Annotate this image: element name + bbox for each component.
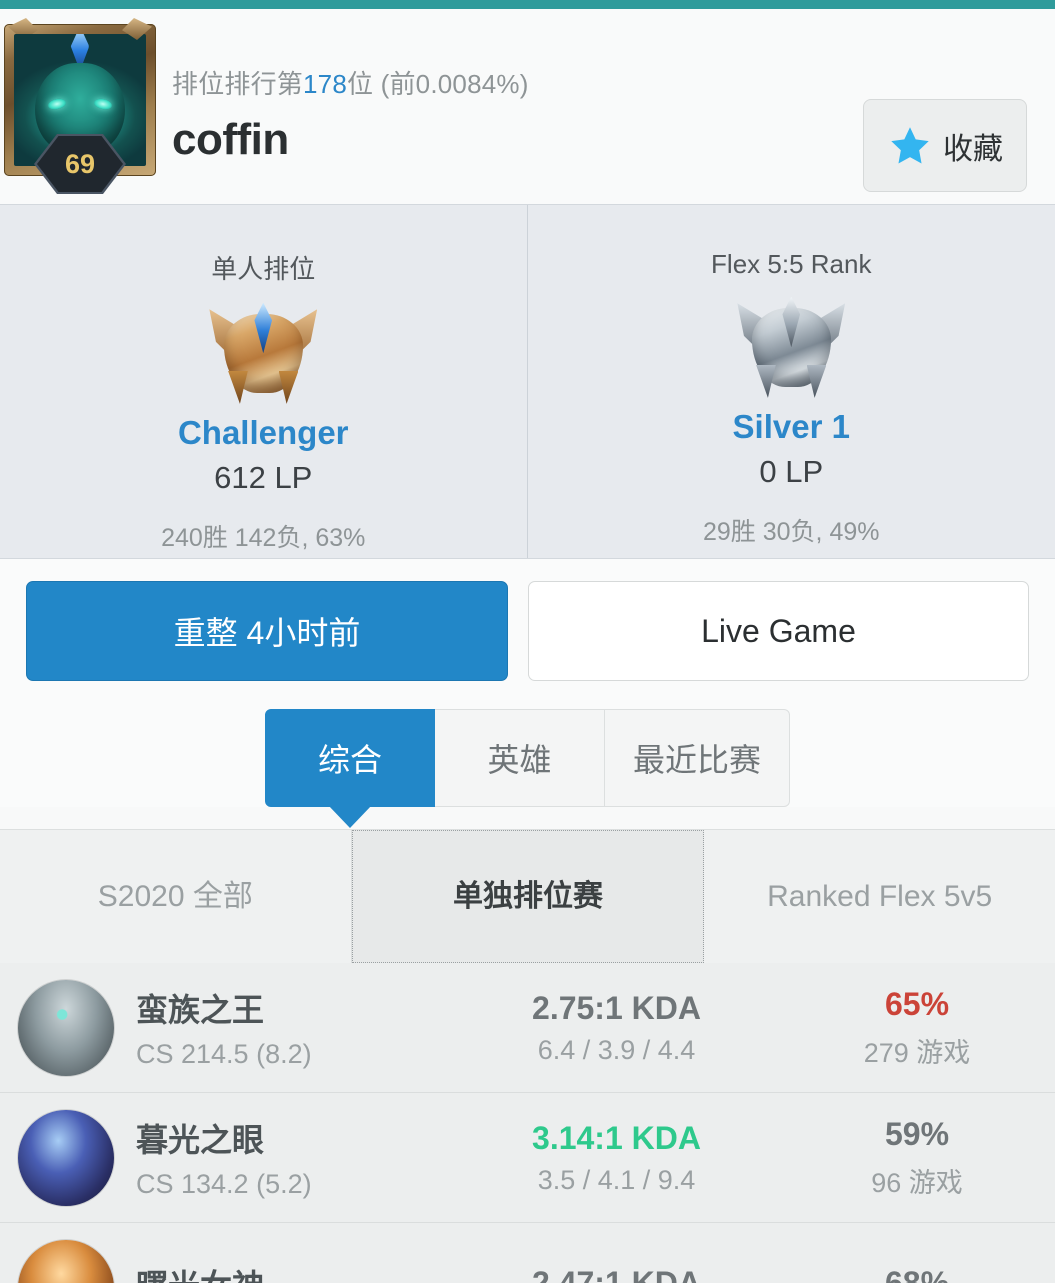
champion-stats-list: 蛮族之王 CS 214.5 (8.2) 2.75:1 KDA 6.4 / 3.9… [0, 963, 1055, 1283]
favorite-label: 收藏 [943, 132, 1003, 166]
queue-name: Flex 5:5 Rank [711, 249, 872, 279]
champion-name: 蛮族之王 [136, 992, 265, 1028]
alien-eye-right-icon [93, 97, 114, 111]
champion-kda-detail: 6.4 / 3.9 / 4.4 [537, 1034, 696, 1065]
ladder-rank-line: 排位排行第178位 (前0.0084%) [172, 64, 529, 101]
champion-winrate-column: 59% 96 游戏 [797, 1116, 1037, 1200]
champion-kda-ratio: 2.47:1 KDA [532, 1265, 701, 1283]
champion-portrait-icon [18, 1109, 114, 1206]
tab-overview[interactable]: 综合 [264, 709, 435, 807]
summoner-name: coffin [172, 115, 289, 164]
table-row[interactable]: 曙光女神 2.47:1 KDA 68% [0, 1223, 1055, 1283]
ladder-rank-prefix: 排位排行第 [172, 69, 304, 99]
favorite-button[interactable]: 收藏 [863, 99, 1027, 192]
champion-name-column: 蛮族之王 CS 214.5 (8.2) [136, 985, 436, 1070]
ladder-rank-number: 178 [303, 69, 347, 99]
table-row[interactable]: 暮光之眼 CS 134.2 (5.2) 3.14:1 KDA 3.5 / 4.1… [0, 1093, 1055, 1223]
silver-emblem-icon [736, 290, 846, 400]
champion-name-column: 曙光女神 [136, 1261, 436, 1283]
champion-portrait-icon [18, 979, 114, 1076]
summoner-avatar[interactable]: 69 [4, 24, 156, 194]
queue-filter-tabs: S2020 全部 单独排位赛 Ranked Flex 5v5 [0, 829, 1055, 963]
subtab-ranked-flex[interactable]: Ranked Flex 5v5 [704, 830, 1055, 963]
champion-winrate: 59% [884, 1115, 950, 1152]
main-tabs-container: 综合 英雄 最近比赛 [0, 681, 1055, 807]
champion-kda-column: 3.14:1 KDA 3.5 / 4.1 / 9.4 [436, 1120, 797, 1196]
champion-games-played: 279 游戏 [863, 1037, 971, 1068]
champion-winrate-column: 68% [797, 1265, 1037, 1283]
league-points: 612 LP [214, 460, 313, 495]
rank-panel-flex[interactable]: Flex 5:5 Rank Silver 1 0 LP 29胜 30负, 49% [528, 205, 1055, 558]
challenger-emblem-icon [208, 296, 318, 406]
action-button-row: 重整 4小时前 Live Game [0, 559, 1055, 681]
profile-header: 69 排位排行第178位 (前0.0084%) coffin 收藏 [0, 9, 1055, 204]
rank-panel-solo[interactable]: 单人排位 Challenger 612 LP 240胜 142负, 63% [0, 205, 528, 558]
header-text-block: 排位排行第178位 (前0.0084%) coffin [172, 9, 529, 165]
champion-cs: CS 214.5 (8.2) [136, 1039, 312, 1069]
alien-eye-left-icon [46, 97, 67, 111]
champion-winrate-column: 65% 279 游戏 [797, 986, 1037, 1070]
champion-winrate: 68% [884, 1265, 950, 1283]
top-accent-bar [0, 0, 1055, 9]
star-icon [891, 126, 929, 164]
tier-name: Silver 1 [732, 408, 850, 445]
ladder-rank-suffix: 位 (前0.0084%) [347, 69, 529, 99]
champion-kda-ratio: 2.75:1 KDA [532, 989, 701, 1026]
refresh-button[interactable]: 重整 4小时前 [26, 581, 508, 681]
league-points: 0 LP [759, 454, 824, 489]
champion-kda-column: 2.75:1 KDA 6.4 / 3.9 / 4.4 [436, 990, 797, 1066]
tier-name: Challenger [177, 414, 349, 451]
main-tabs: 综合 英雄 最近比赛 [264, 709, 790, 807]
champion-cs: CS 134.2 (5.2) [136, 1169, 312, 1199]
champion-portrait-icon [18, 1239, 114, 1283]
subtab-season-all[interactable]: S2020 全部 [0, 830, 352, 963]
champion-kda-column: 2.47:1 KDA [436, 1265, 797, 1283]
tab-champions[interactable]: 英雄 [434, 709, 605, 807]
win-loss-record: 29胜 30负, 49% [703, 518, 880, 546]
champion-name: 暮光之眼 [136, 1122, 265, 1158]
champion-games-played: 96 游戏 [871, 1167, 963, 1198]
table-row[interactable]: 蛮族之王 CS 214.5 (8.2) 2.75:1 KDA 6.4 / 3.9… [0, 963, 1055, 1093]
champion-name-column: 暮光之眼 CS 134.2 (5.2) [136, 1115, 436, 1200]
win-loss-record: 240胜 142负, 63% [161, 524, 366, 552]
tab-recent-matches[interactable]: 最近比赛 [604, 709, 790, 807]
champion-winrate: 65% [884, 985, 950, 1022]
champion-kda-ratio: 3.14:1 KDA [532, 1119, 701, 1156]
champion-kda-detail: 3.5 / 4.1 / 9.4 [537, 1164, 696, 1195]
champion-name: 曙光女神 [136, 1261, 436, 1283]
subtab-solo-queue[interactable]: 单独排位赛 [351, 830, 705, 963]
rank-panels: 单人排位 Challenger 612 LP 240胜 142负, 63% Fl… [0, 204, 1055, 559]
queue-name: 单人排位 [211, 254, 316, 284]
live-game-button[interactable]: Live Game [528, 581, 1029, 681]
